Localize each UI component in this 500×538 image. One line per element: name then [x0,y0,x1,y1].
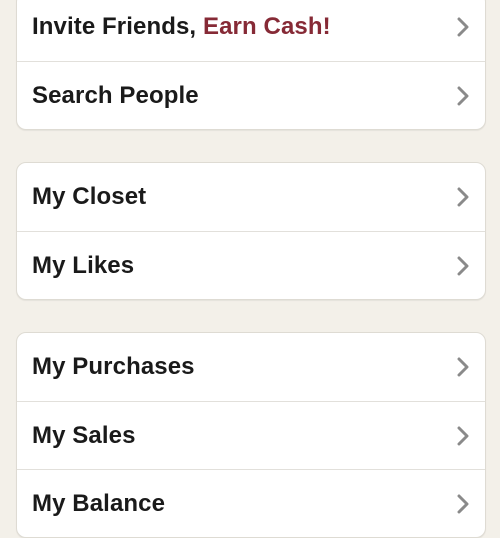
menu-group-purchases-sales: My Purchases My Sales My Balance [16,332,486,538]
my-sales-row[interactable]: My Sales [17,401,485,469]
my-likes-row[interactable]: My Likes [17,231,485,299]
chevron-right-icon [457,86,469,106]
invite-friends-text: Invite Friends, [32,13,203,40]
my-sales-label: My Sales [32,421,136,449]
my-closet-row[interactable]: My Closet [17,163,485,231]
chevron-right-icon [457,187,469,207]
menu-group-closet-likes: My Closet My Likes [16,162,486,300]
chevron-right-icon [457,494,469,514]
my-purchases-label: My Purchases [32,353,195,380]
invite-friends-row[interactable]: Invite Friends, Earn Cash! [17,0,485,61]
chevron-right-icon [457,256,469,276]
my-balance-label: My Balance [32,489,166,517]
chevron-right-icon [457,17,469,37]
menu-group-invite-search: Invite Friends, Earn Cash! Search People [16,0,486,130]
chevron-right-icon [457,426,469,446]
my-closet-label: My Closet [32,183,147,210]
search-people-row[interactable]: Search People [17,61,485,129]
earn-cash-text: Earn Cash! [202,13,331,40]
chevron-right-icon [457,357,469,377]
my-likes-label: My Likes [32,251,135,279]
my-purchases-row[interactable]: My Purchases [17,333,485,401]
search-people-label: Search People [32,81,199,109]
invite-friends-label: Invite Friends, Earn Cash! [32,13,331,41]
my-balance-row[interactable]: My Balance [17,469,485,537]
